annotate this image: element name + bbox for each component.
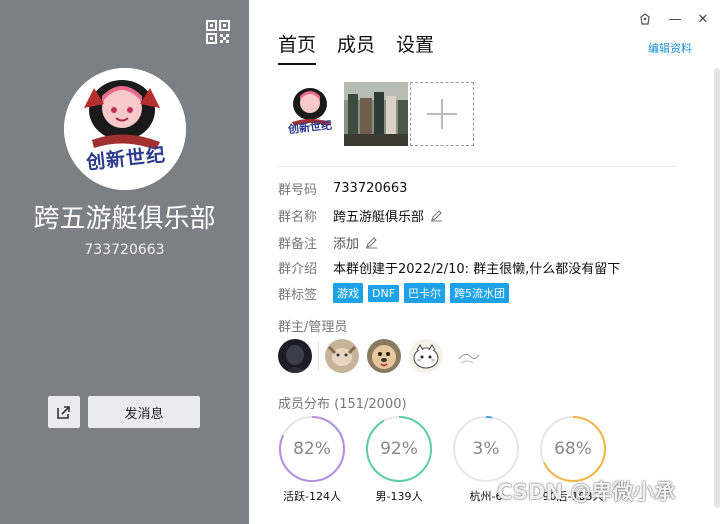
distribution-item[interactable]: 82% 活跃-124人 [278, 415, 346, 515]
add-photo-button[interactable] [410, 82, 474, 146]
tab-bar: 首页 成员 设置 [278, 30, 455, 65]
group-name-row: 群名称 跨五游艇俱乐部 [278, 205, 443, 225]
distribution-percent: 82% [293, 439, 331, 459]
group-intro-row: 群介绍 本群创建于2022/2/10: 群主很懒,什么都没有留下 [278, 257, 620, 277]
group-number-label: 群号码 [278, 182, 318, 198]
group-id: 733720663 [84, 242, 165, 258]
left-panel: 创新世纪 跨五游艇俱乐部 733720663 发消息 [0, 0, 249, 524]
close-button[interactable]: ✕ [694, 10, 712, 28]
minimize-button[interactable]: — [666, 10, 684, 28]
tab-home[interactable]: 首页 [278, 30, 317, 65]
group-name-label: 群名称 [278, 209, 318, 225]
tab-members[interactable]: 成员 [337, 30, 375, 65]
qr-code-icon[interactable] [206, 20, 230, 44]
group-name-value: 跨五游艇俱乐部 [333, 209, 425, 225]
group-remark-add[interactable]: 添加 [333, 233, 359, 252]
admin-avatar[interactable] [367, 339, 401, 373]
group-album: 创新世纪 [278, 82, 474, 146]
admin-avatar[interactable] [325, 339, 359, 373]
group-number-row: 群号码 733720663 [278, 178, 407, 198]
admin-separator [318, 341, 319, 371]
admin-avatar[interactable] [278, 339, 312, 373]
group-intro-value: 本群创建于2022/2/10: 群主很懒,什么都没有留下 [333, 261, 621, 277]
group-tags-label: 群标签 [278, 287, 318, 303]
admins-title: 群主/管理员 [278, 320, 348, 335]
tag[interactable]: 游戏 [333, 283, 363, 303]
admins-list [278, 339, 493, 373]
album-photo[interactable] [344, 82, 408, 146]
group-number-value: 733720663 [333, 180, 408, 196]
group-intro-label: 群介绍 [278, 261, 318, 277]
distribution-caption: 男-139人 [375, 490, 423, 503]
tag[interactable]: DNF [368, 284, 400, 302]
plus-icon [427, 99, 457, 129]
group-tags-row: 群标签 游戏 DNF 巴卡尔 跨5流水团 [278, 283, 514, 303]
watermark: CSDN @卑微小承 [497, 480, 676, 504]
skin-icon[interactable] [636, 10, 654, 28]
admin-avatar[interactable] [451, 339, 485, 373]
distribution-item[interactable]: 92% 男-139人 [365, 415, 433, 515]
distribution-percent: 3% [472, 439, 500, 459]
send-message-button[interactable]: 发消息 [88, 396, 200, 428]
group-avatar[interactable]: 创新世纪 [64, 68, 186, 190]
distribution-percent: 68% [554, 439, 592, 459]
scrollbar[interactable] [714, 68, 720, 508]
distribution-percent: 92% [380, 439, 418, 459]
group-name: 跨五游艇俱乐部 [33, 204, 216, 234]
pencil-icon[interactable] [365, 236, 378, 249]
share-icon [57, 406, 70, 419]
distribution-title: 成员分布 (151/2000) [278, 397, 407, 412]
tag[interactable]: 巴卡尔 [404, 283, 446, 303]
edit-profile-link[interactable]: 编辑资料 [648, 40, 692, 56]
album-photo[interactable]: 创新世纪 [278, 82, 342, 146]
group-remark-label: 群备注 [278, 236, 318, 252]
tag[interactable]: 跨5流水团 [450, 283, 510, 303]
group-remark-row: 群备注 添加 [278, 232, 378, 252]
admin-avatar[interactable] [409, 339, 443, 373]
share-button[interactable] [48, 396, 80, 428]
pencil-icon[interactable] [430, 209, 443, 222]
tab-settings[interactable]: 设置 [396, 30, 434, 65]
distribution-caption: 活跃-124人 [283, 490, 341, 503]
divider [278, 166, 676, 167]
